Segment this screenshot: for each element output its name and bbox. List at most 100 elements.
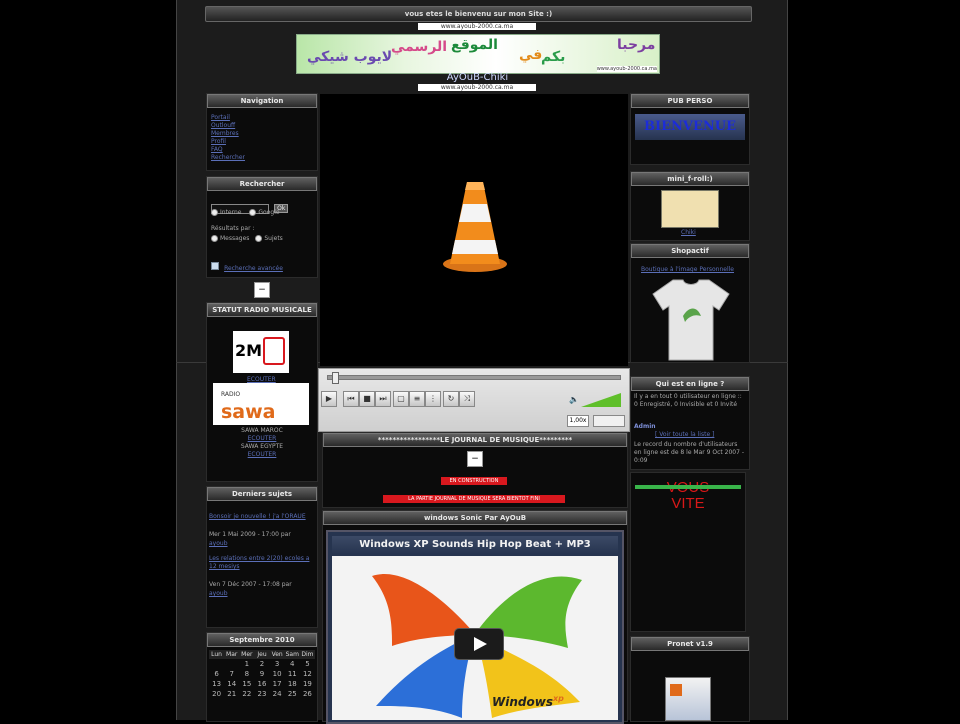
listen-egypt-link[interactable]: ECOUTER: [207, 451, 317, 459]
mini-panel: mini_f-roll:) Chiki: [630, 171, 750, 241]
topic-item: Bonsoir je nouvelle ! j'a l'ORAUE Mer 1 …: [209, 513, 313, 548]
radio-google[interactable]: [249, 209, 257, 216]
advanced-search-link[interactable]: Recherche avancée: [224, 265, 283, 272]
calendar-day[interactable]: 15: [239, 679, 254, 689]
video-title[interactable]: Windows XP Sounds Hip Hop Beat + MP3 Dow…: [332, 536, 618, 568]
calendar-day[interactable]: 12: [300, 669, 315, 679]
nav-link-portail[interactable]: Portail: [211, 114, 317, 122]
radio-internal[interactable]: [211, 209, 218, 216]
play-icon[interactable]: ▶: [321, 391, 337, 407]
calendar-day[interactable]: 8: [239, 669, 254, 679]
close-icon[interactable]: −: [254, 282, 270, 298]
windows-wordmark: Windowsxp: [492, 694, 564, 709]
calendar-day[interactable]: 24: [270, 689, 285, 699]
loop-icon[interactable]: ↻: [443, 391, 459, 407]
volume-icon[interactable]: 🔈: [569, 395, 579, 404]
close-icon[interactable]: −: [467, 451, 483, 467]
nav-link-rechercher[interactable]: Rechercher: [211, 154, 317, 162]
stop-icon[interactable]: ■: [359, 391, 375, 407]
volume-slider[interactable]: [581, 393, 621, 407]
radio-subjects[interactable]: [255, 235, 263, 242]
panel-title: Derniers sujets: [207, 487, 317, 501]
nav-link-faq[interactable]: FAQ: [211, 146, 317, 154]
panel-title: Pronet v1.9: [631, 637, 749, 651]
radio-messages[interactable]: [211, 235, 218, 242]
calendar-day[interactable]: 25: [285, 689, 300, 699]
listen-maroc-link[interactable]: ECOUTER: [207, 435, 317, 443]
radio-subjects-label: Sujets: [264, 235, 283, 242]
calendar-day[interactable]: 21: [224, 689, 239, 699]
calendar-day[interactable]: 22: [239, 689, 254, 699]
mini-link[interactable]: Chiki: [681, 229, 696, 237]
mini-image[interactable]: [661, 190, 719, 228]
seek-bar[interactable]: [327, 372, 621, 384]
shuffle-icon[interactable]: ⤨: [459, 391, 475, 407]
calendar-day[interactable]: 23: [254, 689, 269, 699]
calendar-day[interactable]: 9: [254, 669, 269, 679]
calendar-day-header: Sam: [284, 650, 300, 659]
calendar-day[interactable]: 14: [224, 679, 239, 689]
fullscreen-icon[interactable]: ▢: [393, 391, 409, 407]
nav-link-membres[interactable]: Membres: [211, 130, 317, 138]
calendar-day[interactable]: 18: [285, 679, 300, 689]
video-embed[interactable]: Windows XP Sounds Hip Hop Beat + MP3 Dow…: [326, 530, 624, 724]
calendar-day[interactable]: 20: [209, 689, 224, 699]
topic-author[interactable]: ayoub: [209, 540, 313, 548]
calendar-day[interactable]: 4: [285, 659, 300, 669]
topic-meta: Mer 1 Mai 2009 - 17:00 par: [209, 531, 291, 538]
calendar-day[interactable]: 19: [300, 679, 315, 689]
ad-panel[interactable]: VOUS VITE: [630, 472, 746, 632]
extended-settings-icon[interactable]: ⋮: [425, 391, 441, 407]
view-full-list-link[interactable]: [ Voir toute la liste ]: [655, 431, 714, 439]
next-icon[interactable]: ⏭: [375, 391, 391, 407]
results-options: Messages Sujets: [211, 235, 283, 243]
calendar-day[interactable]: [209, 659, 224, 669]
top-url[interactable]: www.ayoub-2000.ca.ma: [418, 23, 536, 30]
pub-panel: PUB PERSO BIENVENUE: [630, 93, 750, 165]
panel-title: Qui est en ligne ?: [631, 377, 749, 391]
calendar-grid: Lun Mar Mer Jeu Ven Sam Dim 1 2 3 4 5 6 …: [209, 650, 315, 699]
topic-author[interactable]: ayoub: [209, 590, 313, 598]
nav-link-profil[interactable]: Profil: [211, 138, 317, 146]
windows-word: Windows: [492, 695, 553, 709]
calendar-day[interactable]: 5: [300, 659, 315, 669]
software-box-image[interactable]: [665, 677, 711, 721]
banner-word: في: [519, 47, 543, 63]
admin-label: Admin: [634, 423, 656, 430]
shop-link[interactable]: Boutique à l'image Personnelle: [641, 266, 734, 274]
calendar-day-header: Mar: [224, 650, 240, 659]
calendar-day[interactable]: 2: [254, 659, 269, 669]
2m-logo[interactable]: 2M: [233, 331, 289, 373]
topic-item: Les relations entre 2(20) ecoles a 12 me…: [209, 555, 313, 598]
calendar-day[interactable]: 11: [285, 669, 300, 679]
calendar-day[interactable]: 7: [224, 669, 239, 679]
calendar-day[interactable]: 17: [270, 679, 285, 689]
banner-word: الموقع: [451, 37, 498, 53]
tshirt-image[interactable]: [651, 276, 731, 362]
calendar-day[interactable]: 26: [300, 689, 315, 699]
online-text: Il y a en tout 0 utilisateur en ligne ::…: [634, 393, 742, 408]
playlist-icon[interactable]: ≡: [409, 391, 425, 407]
calendar-day[interactable]: [224, 659, 239, 669]
previous-icon[interactable]: ⏮: [343, 391, 359, 407]
calendar-day[interactable]: 1: [239, 659, 254, 669]
search-icon: [211, 261, 219, 270]
calendar-day[interactable]: 3: [270, 659, 285, 669]
media-player-screen[interactable]: [320, 94, 628, 366]
calendar-day[interactable]: 10: [270, 669, 285, 679]
play-icon[interactable]: [454, 628, 504, 660]
calendar-day[interactable]: 13: [209, 679, 224, 689]
topic-link[interactable]: Bonsoir je nouvelle ! j'a l'ORAUE: [209, 513, 313, 521]
mid-url[interactable]: www.ayoub-2000.ca.ma: [418, 84, 536, 91]
sawa-logo[interactable]: RADIO sawa: [213, 383, 309, 425]
status-box: [593, 415, 625, 427]
nav-link-outlouff[interactable]: Outlouff: [211, 122, 317, 130]
seek-handle[interactable]: [332, 372, 339, 384]
panel-title: Septembre 2010: [207, 633, 317, 647]
radio-panel: STATUT RADIO MUSICALE 2M ECOUTER RADIO s…: [206, 302, 318, 482]
welcome-banner[interactable]: BIENVENUE: [635, 114, 745, 140]
topic-link[interactable]: Les relations entre 2(20) ecoles a 12 me…: [209, 555, 313, 571]
calendar-day[interactable]: 6: [209, 669, 224, 679]
video-thumbnail[interactable]: Windowsxp: [332, 556, 618, 720]
calendar-day[interactable]: 16: [254, 679, 269, 689]
